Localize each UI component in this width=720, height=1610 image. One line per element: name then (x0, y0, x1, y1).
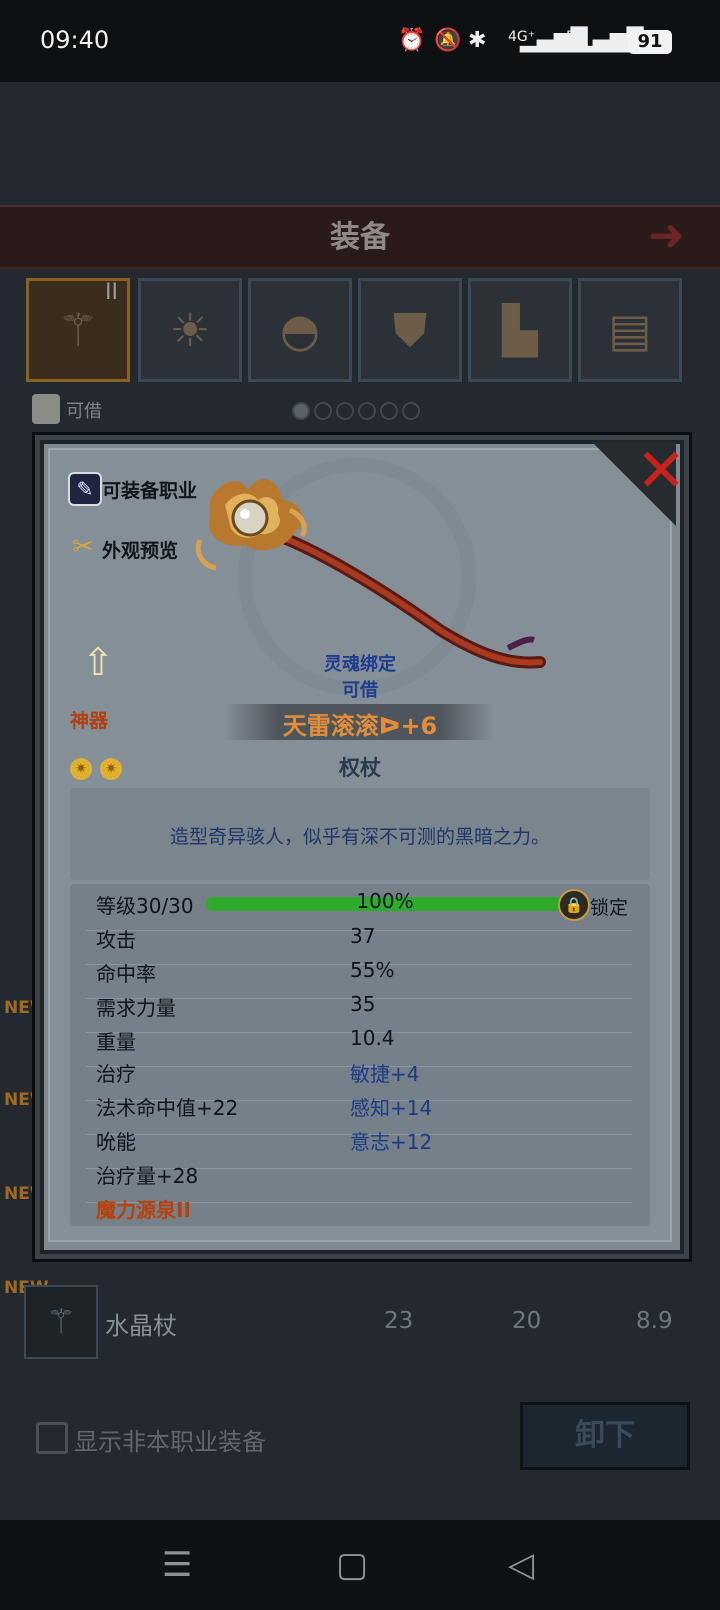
home-icon[interactable]: ▢ (336, 1545, 368, 1585)
bluetooth-icon: ✱ (468, 28, 487, 53)
level-label: 等级30/30 (96, 894, 194, 918)
stat-value: 55% (350, 958, 395, 982)
back-icon[interactable]: ◁ (508, 1545, 534, 1585)
stat-label: 重量 (96, 1030, 136, 1054)
stat-label: 攻击 (96, 928, 136, 952)
stat-label: 需求力量 (96, 996, 176, 1020)
book-icon: ▤ (608, 303, 652, 357)
clock: 09:40 (40, 26, 110, 54)
hood-icon: ◓ (279, 303, 321, 357)
special-skill: 魔力源泉II (96, 1198, 191, 1222)
bonus-label: 法术命中值+22 (96, 1096, 239, 1120)
owner-label: 可借 (66, 401, 102, 422)
shield-icon: ☀ (169, 303, 211, 357)
show-other-class-label[interactable]: 显示非本职业装备 (74, 1422, 266, 1457)
list-item-value: 20 (512, 1308, 542, 1334)
item-description: 造型奇异骇人，似乎有深不可测的黑暗之力。 (169, 826, 550, 848)
bonus-value: 感知+14 (350, 1096, 433, 1120)
stat-value: 10.4 (350, 1026, 395, 1050)
item-type: 权杖 (339, 756, 381, 780)
bonus-label: 治疗量+28 (96, 1164, 199, 1188)
level-progress-text: 100% (356, 889, 414, 913)
mute-icon: 🔕 (434, 28, 462, 53)
battery-indicator: 91 (628, 30, 672, 54)
bonus-label: 治疗 (96, 1062, 136, 1086)
bonus-value: 敏捷+4 (350, 1062, 420, 1086)
list-item-value: 23 (384, 1308, 414, 1334)
pager-dot (336, 402, 354, 420)
lock-icon[interactable]: 🔒 (558, 889, 590, 921)
menu-icon[interactable]: ☰ (162, 1545, 192, 1585)
appearance-preview-button[interactable]: 外观预览 (102, 536, 178, 563)
soulbound-label: 灵魂绑定 (324, 654, 396, 675)
stat-value: 35 (350, 992, 376, 1016)
item-name: 天雷滚滚ᐅ+6 (282, 712, 438, 740)
appearance-preview-icon[interactable]: ✂ (68, 532, 98, 562)
list-item-name[interactable]: 水晶杖 (105, 1306, 177, 1341)
bonus-label: 吮能 (96, 1130, 136, 1154)
pager-dot (380, 402, 398, 420)
close-icon[interactable]: ✕ (636, 436, 686, 506)
slot-tier: II (105, 280, 118, 305)
slot-armor[interactable]: ⛊ (358, 278, 462, 382)
show-other-class-checkbox[interactable] (36, 1422, 68, 1454)
list-item-value: 8.9 (636, 1308, 673, 1334)
slot-boots[interactable]: ▙ (468, 278, 572, 382)
pager-dot (402, 402, 420, 420)
lock-label[interactable]: 锁定 (590, 893, 628, 920)
equip-class-button[interactable]: 可装备职业 (102, 476, 197, 503)
screen-title: 装备 (330, 220, 390, 255)
bonus-value: 意志+12 (350, 1130, 433, 1154)
back-arrow-icon[interactable]: ➜ (648, 210, 685, 261)
armor-icon: ⛊ (392, 303, 428, 357)
pager-dot (292, 402, 310, 420)
stat-value: 37 (350, 924, 376, 948)
crystal-staff-icon[interactable]: ⚚ (24, 1285, 98, 1359)
avatar (32, 394, 60, 424)
unequip-button[interactable]: 卸下 (520, 1402, 690, 1470)
alarm-icon: ⏰ (398, 28, 426, 53)
slot-book[interactable]: ▤ (578, 278, 682, 382)
pager-dot (314, 402, 332, 420)
borrowable-label: 可借 (342, 680, 378, 701)
slot-helmet[interactable]: ◓ (248, 278, 352, 382)
pager-dot (358, 402, 376, 420)
stat-label: 命中率 (96, 962, 156, 986)
equip-class-icon[interactable]: ✎ (68, 472, 102, 506)
slot-shield[interactable]: ☀ (138, 278, 242, 382)
boots-icon: ▙ (502, 303, 538, 357)
